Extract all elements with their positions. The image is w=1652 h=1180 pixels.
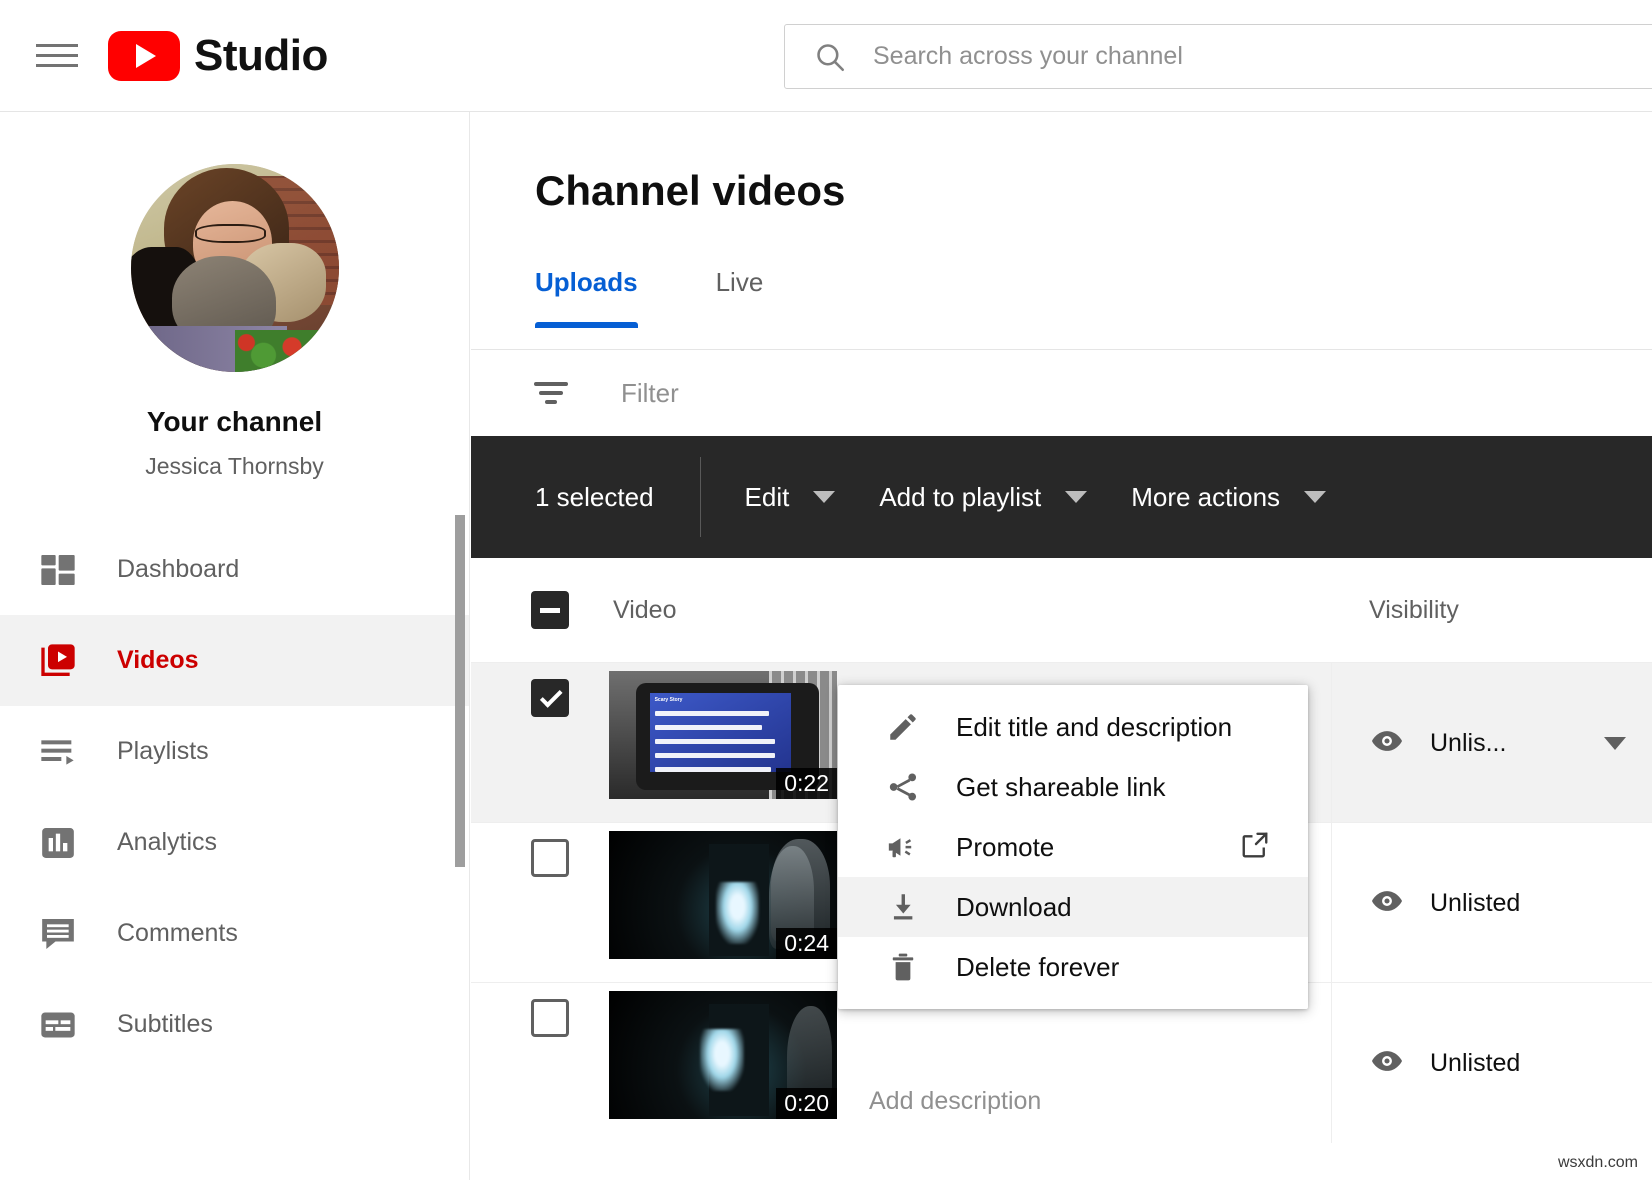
open-in-new-icon bbox=[1240, 830, 1270, 865]
sidebar-item-videos[interactable]: Videos bbox=[0, 615, 469, 706]
comments-icon bbox=[32, 914, 84, 954]
sidebar-item-subtitles[interactable]: Subtitles bbox=[0, 979, 469, 1070]
row-checkbox[interactable] bbox=[531, 679, 569, 717]
menu-item-download[interactable]: Download bbox=[838, 877, 1308, 937]
filter-icon[interactable] bbox=[531, 382, 571, 404]
videos-icon bbox=[32, 641, 84, 681]
visibility-value: Unlis... bbox=[1430, 729, 1506, 758]
hamburger-line bbox=[36, 64, 78, 67]
brand-label: Studio bbox=[194, 31, 328, 81]
menu-item-label: Delete forever bbox=[956, 952, 1119, 983]
pencil-icon bbox=[874, 710, 932, 744]
menu-item-label: Download bbox=[956, 892, 1072, 923]
table-header: Video Visibility bbox=[471, 558, 1652, 662]
more-actions-dropdown-button[interactable]: More actions bbox=[1131, 482, 1326, 513]
add-to-playlist-dropdown-button[interactable]: Add to playlist bbox=[879, 482, 1087, 513]
column-header-video: Video bbox=[613, 596, 677, 625]
visibility-cell[interactable]: Unlisted bbox=[1331, 823, 1652, 983]
sidebar-item-dashboard[interactable]: Dashboard bbox=[0, 524, 469, 615]
more-actions-label: More actions bbox=[1131, 482, 1280, 513]
youtube-play-icon bbox=[108, 31, 180, 81]
chevron-down-icon[interactable] bbox=[1604, 737, 1626, 750]
search-icon bbox=[813, 40, 847, 74]
channel-name: Jessica Thornsby bbox=[0, 453, 469, 480]
tab-strip: Uploads Live bbox=[535, 267, 763, 328]
sidebar-item-label: Analytics bbox=[117, 828, 217, 857]
video-duration: 0:22 bbox=[776, 768, 837, 799]
filter-bar: Filter bbox=[471, 350, 1652, 436]
sidebar-item-label: Playlists bbox=[117, 737, 209, 766]
watermark: wsxdn.com bbox=[1558, 1154, 1638, 1172]
eye-icon bbox=[1370, 884, 1404, 923]
visibility-value: Unlisted bbox=[1430, 1049, 1520, 1078]
visibility-cell[interactable]: Unlisted bbox=[1331, 983, 1652, 1143]
select-all-checkbox[interactable] bbox=[531, 591, 569, 629]
edit-dropdown-button[interactable]: Edit bbox=[745, 482, 836, 513]
chevron-down-icon bbox=[1304, 491, 1326, 503]
sidebar-item-label: Subtitles bbox=[117, 1010, 213, 1039]
sidebar-item-analytics[interactable]: Analytics bbox=[0, 797, 469, 888]
video-thumbnail[interactable]: 0:20 bbox=[609, 991, 837, 1119]
tab-live[interactable]: Live bbox=[716, 267, 764, 328]
eye-icon bbox=[1370, 1044, 1404, 1083]
page-title: Channel videos bbox=[535, 167, 1652, 215]
add-to-playlist-label: Add to playlist bbox=[879, 482, 1041, 513]
sidebar-item-label: Videos bbox=[117, 646, 199, 675]
search-input[interactable] bbox=[873, 42, 1573, 71]
top-bar: Studio bbox=[0, 0, 1652, 112]
chevron-down-icon bbox=[813, 491, 835, 503]
sidebar-item-label: Comments bbox=[117, 919, 238, 948]
menu-item-delete-forever[interactable]: Delete forever bbox=[838, 937, 1308, 997]
dashboard-icon bbox=[32, 550, 84, 590]
add-description-link[interactable]: Add description bbox=[869, 1087, 1041, 1116]
row-checkbox[interactable] bbox=[531, 999, 569, 1037]
channel-avatar[interactable] bbox=[131, 164, 339, 372]
column-header-visibility: Visibility bbox=[1369, 596, 1459, 625]
studio-logo[interactable]: Studio bbox=[108, 31, 328, 81]
video-thumbnail[interactable]: Scary Story 0:22 bbox=[609, 671, 837, 799]
selected-count-label: 1 selected bbox=[535, 482, 654, 513]
sidebar-scrollbar-thumb[interactable] bbox=[455, 515, 465, 867]
sidebar-item-label: Dashboard bbox=[117, 555, 239, 584]
search-bar[interactable] bbox=[784, 24, 1652, 89]
playlists-icon bbox=[32, 732, 84, 772]
hamburger-icon[interactable] bbox=[36, 35, 78, 77]
sidebar-item-playlists[interactable]: Playlists bbox=[0, 706, 469, 797]
menu-item-edit-title-and-description[interactable]: Edit title and description bbox=[838, 697, 1308, 757]
thumbnail-caption: Scary Story bbox=[655, 697, 683, 703]
row-checkbox[interactable] bbox=[531, 839, 569, 877]
download-icon bbox=[874, 890, 932, 924]
sidebar-item-comments[interactable]: Comments bbox=[0, 888, 469, 979]
video-duration: 0:24 bbox=[776, 928, 837, 959]
main-content: Channel videos Uploads Live Filter 1 sel… bbox=[471, 112, 1652, 1180]
selection-toolbar: 1 selected Edit Add to playlist More act… bbox=[471, 436, 1652, 558]
video-context-menu: Edit title and description Get shareable… bbox=[838, 685, 1308, 1009]
menu-item-promote[interactable]: Promote bbox=[838, 817, 1308, 877]
edit-label: Edit bbox=[745, 482, 790, 513]
visibility-value: Unlisted bbox=[1430, 889, 1520, 918]
analytics-icon bbox=[32, 823, 84, 863]
menu-item-get-shareable-link[interactable]: Get shareable link bbox=[838, 757, 1308, 817]
channel-title: Your channel bbox=[0, 406, 469, 438]
tab-uploads[interactable]: Uploads bbox=[535, 267, 638, 328]
menu-item-label: Promote bbox=[956, 832, 1054, 863]
visibility-cell[interactable]: Unlis... bbox=[1331, 663, 1652, 823]
trash-icon bbox=[874, 950, 932, 984]
toolbar-divider bbox=[700, 457, 701, 537]
eye-icon bbox=[1370, 724, 1404, 763]
chevron-down-icon bbox=[1065, 491, 1087, 503]
hamburger-line bbox=[36, 54, 78, 57]
subtitles-icon bbox=[32, 1005, 84, 1045]
video-thumbnail[interactable]: 0:24 bbox=[609, 831, 837, 959]
share-icon bbox=[874, 770, 932, 804]
sidebar-nav: Dashboard Videos Playlists bbox=[0, 524, 469, 1070]
video-duration: 0:20 bbox=[776, 1088, 837, 1119]
filter-input[interactable]: Filter bbox=[621, 378, 679, 409]
menu-item-label: Get shareable link bbox=[956, 772, 1166, 803]
megaphone-icon bbox=[874, 830, 932, 864]
hamburger-line bbox=[36, 44, 78, 47]
sidebar: Your channel Jessica Thornsby Dashboard … bbox=[0, 112, 470, 1180]
menu-item-label: Edit title and description bbox=[956, 712, 1232, 743]
